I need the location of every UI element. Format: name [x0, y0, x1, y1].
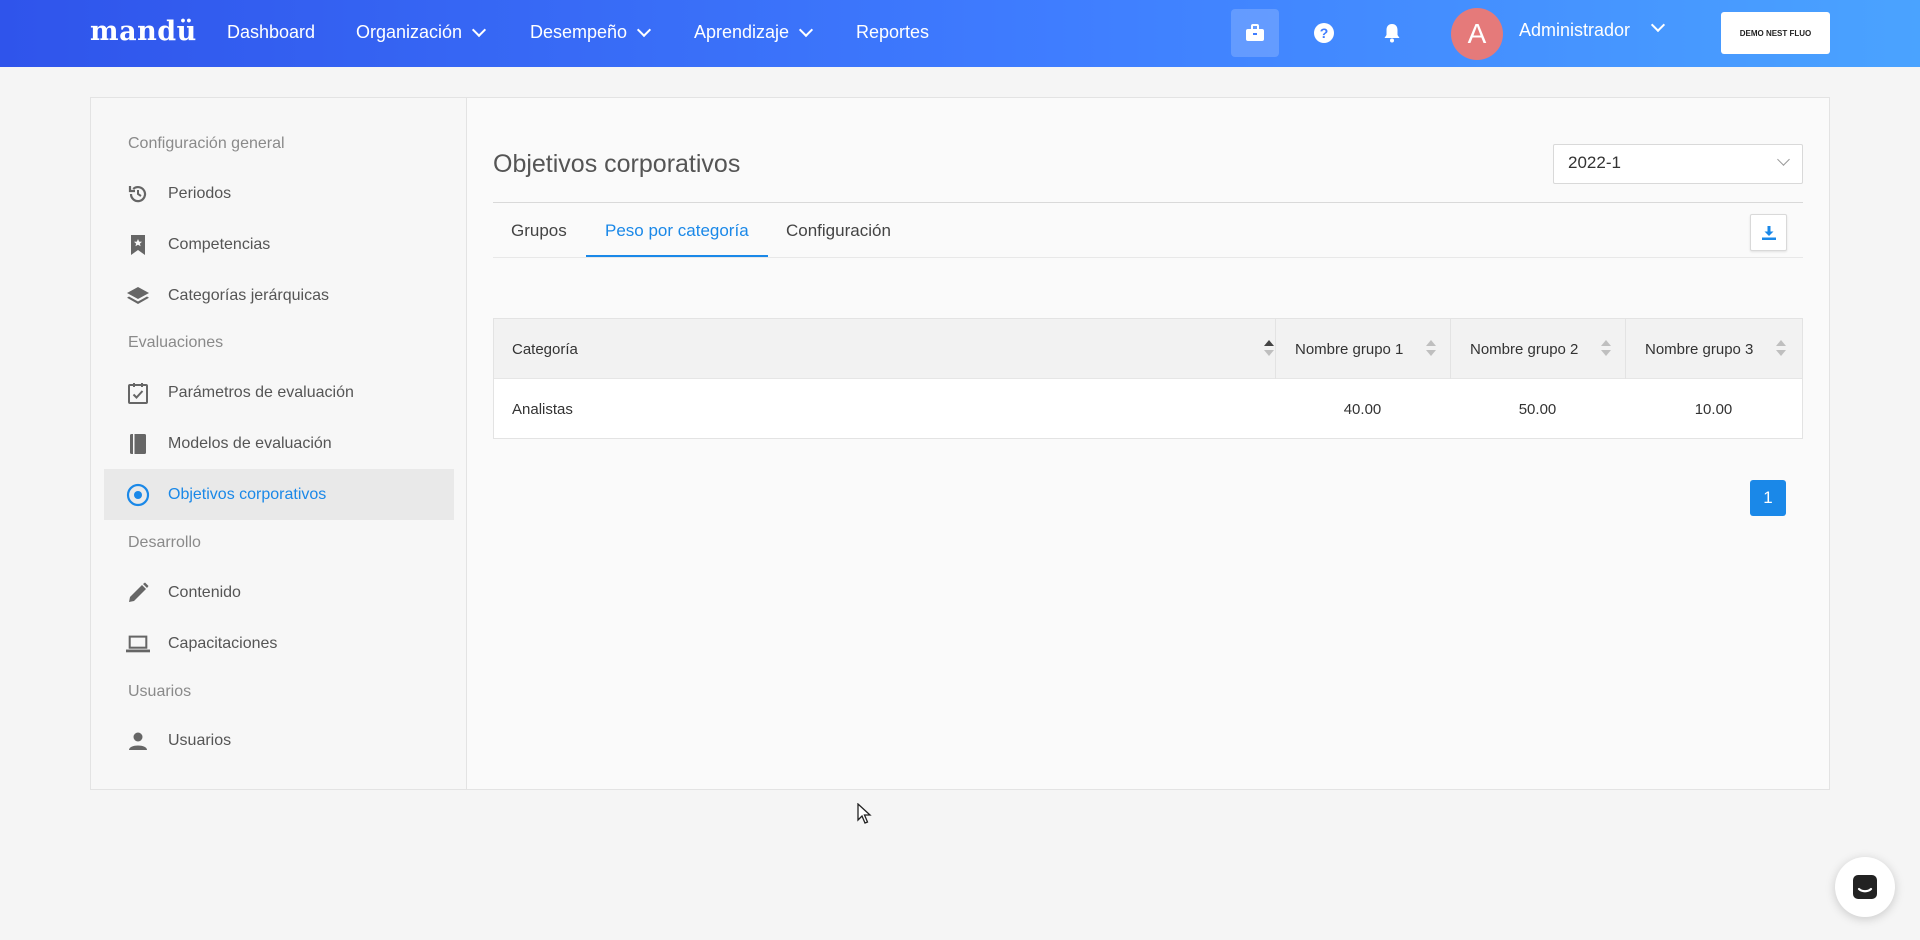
- help-button[interactable]: ?: [1300, 9, 1348, 57]
- nav-reportes-label: Reportes: [856, 22, 930, 42]
- column-header-label: Nombre grupo 3: [1645, 340, 1754, 358]
- category-weight-table: Categoría Nombre grupo 1 Nombre grupo 2 …: [493, 318, 1803, 439]
- nav-dashboard-label: Dashboard: [227, 22, 316, 42]
- cell-category: Analistas: [512, 400, 573, 418]
- sidebar-item-label: Categorías jerárquicas: [168, 286, 329, 304]
- sidebar-item-label: Periodos: [168, 184, 232, 202]
- divider: [493, 202, 1803, 203]
- section-usuarios: Usuarios: [128, 683, 192, 700]
- sidebar-item-modelos-evaluacion[interactable]: Modelos de evaluación: [104, 418, 454, 469]
- pagination-page-1[interactable]: 1: [1750, 480, 1786, 516]
- nav-aprendizaje[interactable]: Aprendizaje: [694, 22, 814, 43]
- sidebar-item-periodos[interactable]: Periodos: [104, 168, 454, 219]
- sidebar-item-competencias[interactable]: Competencias: [104, 219, 454, 270]
- nav-desempeno[interactable]: Desempeño: [530, 22, 652, 43]
- history-icon: [126, 182, 150, 206]
- target-icon: [126, 483, 150, 507]
- section-evaluaciones: Evaluaciones: [128, 334, 224, 351]
- page-title: Objetivos corporativos: [493, 150, 741, 178]
- period-select-value: 2022-1: [1568, 153, 1621, 172]
- nav-aprendizaje-label: Aprendizaje: [694, 22, 790, 42]
- nav-organizacion[interactable]: Organización: [356, 22, 487, 43]
- chevron-down-icon: [798, 22, 814, 37]
- chevron-down-icon: [471, 22, 487, 37]
- nav-desempeno-label: Desempeño: [530, 22, 628, 42]
- user-icon: [126, 729, 150, 753]
- briefcase-button[interactable]: [1231, 9, 1279, 57]
- cell-grupo-1: 40.00: [1343, 400, 1382, 418]
- column-header-label: Nombre grupo 1: [1295, 340, 1404, 358]
- chevron-down-icon[interactable]: [1650, 17, 1666, 33]
- cell-grupo-2: 50.00: [1518, 400, 1557, 418]
- sidebar-item-parametros-evaluacion[interactable]: Parámetros de evaluación: [104, 367, 454, 418]
- avatar[interactable]: A: [1451, 8, 1503, 60]
- section-desarrollo: Desarrollo: [128, 534, 201, 551]
- sidebar-item-capacitaciones[interactable]: Capacitaciones: [104, 618, 454, 669]
- sidebar-item-label: Objetivos corporativos: [168, 485, 327, 503]
- laptop-icon: [126, 632, 150, 656]
- nav-organizacion-label: Organización: [356, 22, 463, 42]
- bell-icon: [1384, 24, 1400, 43]
- tab-configuracion[interactable]: Configuración: [786, 221, 891, 241]
- layers-icon: [126, 284, 150, 308]
- svg-text:?: ?: [1320, 25, 1329, 41]
- download-icon: [1761, 225, 1776, 240]
- active-tab-indicator: [586, 255, 768, 257]
- brand-logo[interactable]: mandü: [90, 16, 197, 47]
- help-icon: ?: [1314, 23, 1334, 43]
- sort-icon[interactable]: [1426, 340, 1436, 358]
- content-area: Objetivos corporativos 2022-1 Grupos Pes…: [467, 98, 1829, 789]
- sidebar-item-label: Parámetros de evaluación: [168, 383, 354, 401]
- nav-dashboard[interactable]: Dashboard: [227, 22, 315, 43]
- company-switch-button[interactable]: DEMO NEST FLUO: [1721, 12, 1830, 54]
- sidebar-item-label: Capacitaciones: [168, 634, 278, 652]
- sidebar-item-contenido[interactable]: Contenido: [104, 567, 454, 618]
- table-header: Categoría Nombre grupo 1 Nombre grupo 2 …: [494, 319, 1802, 379]
- briefcase-icon: [1246, 24, 1264, 41]
- tab-peso-por-categoria[interactable]: Peso por categoría: [605, 221, 749, 241]
- column-header-categoria[interactable]: Categoría: [512, 319, 1274, 379]
- chevron-down-icon: [636, 22, 652, 37]
- user-name[interactable]: Administrador: [1519, 20, 1630, 41]
- sidebar-item-label: Contenido: [168, 583, 241, 601]
- tab-grupos[interactable]: Grupos: [511, 221, 567, 241]
- period-select[interactable]: 2022-1: [1553, 144, 1803, 184]
- chevron-down-icon: [1777, 153, 1790, 166]
- download-button[interactable]: [1750, 214, 1787, 251]
- column-header-grupo-2[interactable]: Nombre grupo 2: [1450, 319, 1625, 379]
- top-navbar: mandü Dashboard Organización Desempeño A…: [0, 0, 1920, 67]
- main-card: Configuración general Periodos Competenc…: [90, 97, 1830, 790]
- settings-sidebar: Configuración general Periodos Competenc…: [91, 98, 467, 789]
- book-icon: [126, 432, 150, 456]
- column-header-grupo-3[interactable]: Nombre grupo 3: [1625, 319, 1802, 379]
- sort-icon[interactable]: [1776, 340, 1786, 358]
- bookmark-icon: [126, 233, 150, 257]
- sidebar-item-usuarios[interactable]: Usuarios: [104, 715, 454, 766]
- chat-widget-button[interactable]: [1835, 857, 1895, 917]
- notifications-button[interactable]: [1368, 9, 1416, 57]
- section-configuracion-general: Configuración general: [128, 135, 285, 152]
- calendar-check-icon: [126, 381, 150, 405]
- sidebar-item-label: Usuarios: [168, 731, 232, 749]
- sort-icon[interactable]: [1601, 340, 1611, 358]
- column-header-label: Nombre grupo 2: [1470, 340, 1579, 358]
- nav-reportes[interactable]: Reportes: [856, 22, 929, 43]
- cell-grupo-3: 10.00: [1694, 400, 1733, 418]
- mouse-cursor-icon: [857, 803, 872, 824]
- tab-bar: Grupos Peso por categoría Configuración: [493, 204, 1803, 258]
- pencil-icon: [126, 581, 150, 605]
- sidebar-item-objetivos-corporativos[interactable]: Objetivos corporativos: [104, 469, 454, 520]
- column-header-label: Categoría: [512, 340, 578, 358]
- sidebar-item-label: Competencias: [168, 235, 271, 253]
- sidebar-item-categorias-jerarquicas[interactable]: Categorías jerárquicas: [104, 270, 454, 321]
- column-header-grupo-1[interactable]: Nombre grupo 1: [1275, 319, 1450, 379]
- sort-icon[interactable]: [1264, 340, 1274, 358]
- chat-icon: [1853, 875, 1877, 899]
- sidebar-item-label: Modelos de evaluación: [168, 434, 332, 452]
